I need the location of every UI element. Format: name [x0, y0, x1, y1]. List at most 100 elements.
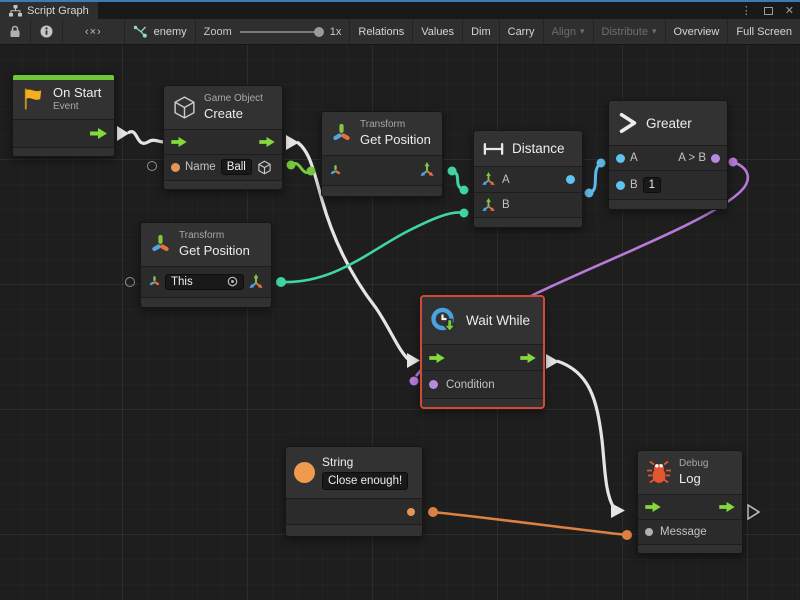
zoom-control: Zoom 1x — [196, 19, 351, 44]
node-header: String Close enough! — [286, 447, 422, 498]
transform-icon — [330, 122, 353, 145]
node-header: Transform Get Position — [141, 223, 271, 266]
vector-input-port-b[interactable] — [481, 198, 496, 213]
window-close-button[interactable]: ✕ — [785, 4, 794, 17]
node-header: Transform Get Position — [322, 112, 442, 155]
string-output-port[interactable] — [407, 508, 415, 516]
node-debug-log[interactable]: Debug Log Message — [637, 450, 743, 554]
b-value-field[interactable]: 1 — [643, 177, 661, 193]
node-get-position-a[interactable]: Transform Get Position — [321, 111, 443, 197]
node-title: Get Position — [179, 243, 250, 259]
distance-icon — [482, 142, 505, 156]
node-footer — [638, 544, 742, 553]
info-button[interactable] — [31, 19, 63, 44]
flow-output-port[interactable] — [520, 353, 536, 363]
toolbar-button-fullscreen[interactable]: Full Screen — [728, 19, 800, 44]
node-header: On Start Event — [13, 80, 114, 119]
flow-input-port[interactable] — [429, 353, 445, 363]
node-string[interactable]: String Close enough! — [285, 446, 423, 537]
unconnected-flow-triangle[interactable] — [748, 505, 759, 519]
input-port-a[interactable] — [616, 154, 625, 163]
zoom-slider[interactable] — [240, 31, 322, 33]
position-output-port[interactable] — [419, 162, 435, 178]
message-input-port[interactable] — [645, 528, 653, 536]
greater-icon — [617, 112, 639, 134]
node-category: Transform — [360, 119, 431, 132]
code-icon: ‹×› — [85, 26, 102, 38]
target-field-value: This — [171, 276, 193, 288]
graph-icon — [9, 5, 22, 17]
object-picker-icon[interactable] — [227, 276, 238, 287]
string-icon — [294, 462, 315, 483]
button-label: Carry — [508, 26, 535, 38]
toolbar-button-carry[interactable]: Carry — [500, 19, 544, 44]
node-title: Wait While — [466, 313, 530, 328]
result-output-port[interactable] — [711, 154, 720, 163]
node-on-start[interactable]: On Start Event — [12, 74, 115, 157]
toolbar-button-overview[interactable]: Overview — [666, 19, 729, 44]
name-input-port[interactable] — [171, 163, 180, 172]
connection-getposition-distance-a[interactable] — [448, 167, 469, 195]
string-value-field[interactable]: Close enough! — [322, 472, 408, 490]
connection-getposition-distance-b[interactable] — [276, 209, 469, 288]
position-output-port[interactable] — [248, 274, 264, 290]
connection-distance-greater[interactable] — [585, 159, 606, 198]
node-footer — [13, 147, 114, 156]
connection-string-debuglog[interactable] — [428, 507, 632, 540]
toolbar-button-relations[interactable]: Relations — [350, 19, 413, 44]
node-header: Wait While — [422, 297, 543, 344]
flow-output-port[interactable] — [90, 128, 107, 139]
unconnected-ring-getposition-target[interactable] — [125, 277, 135, 287]
zoom-label: Zoom — [204, 26, 232, 38]
transform-input-port[interactable] — [329, 164, 342, 177]
node-get-position-b[interactable]: Transform Get Position This — [140, 222, 272, 308]
target-field[interactable]: This — [165, 274, 244, 290]
window-menu-button[interactable]: ⋮ — [741, 4, 752, 17]
node-greater[interactable]: Greater A A > B B 1 — [608, 100, 728, 210]
node-header: Distance — [474, 131, 582, 166]
button-label: Values — [421, 26, 454, 38]
button-label: Dim — [471, 26, 491, 38]
node-title: On Start — [53, 85, 101, 101]
unconnected-ring-create-name[interactable] — [147, 161, 157, 171]
tab-script-graph[interactable]: Script Graph — [0, 2, 98, 19]
code-view-button[interactable]: ‹×› — [63, 19, 125, 44]
vector-input-port-a[interactable] — [481, 172, 496, 187]
node-header: Debug Log — [638, 451, 742, 494]
port-label-b: B — [630, 179, 638, 191]
distance-output-port[interactable] — [566, 175, 575, 184]
flow-output-port[interactable] — [719, 502, 735, 512]
node-title: Create — [204, 106, 263, 122]
graph-reference-label: enemy — [154, 26, 187, 38]
node-category: Transform — [179, 230, 250, 243]
node-footer — [422, 398, 543, 407]
node-title: String — [322, 455, 408, 470]
port-label-b: B — [502, 199, 510, 211]
connection-waitwhile-debuglog[interactable] — [546, 354, 625, 518]
game-object-output-port[interactable] — [257, 160, 272, 175]
node-title: Log — [679, 471, 708, 487]
window-maximize-button[interactable] — [764, 7, 773, 15]
name-field[interactable]: Ball — [221, 159, 252, 175]
message-label: Message — [660, 526, 707, 538]
node-header: Greater — [609, 101, 727, 145]
node-category: Game Object — [204, 93, 263, 106]
node-create[interactable]: Game Object Create Name Ball — [163, 85, 283, 190]
flow-input-port[interactable] — [645, 502, 661, 512]
transform-input-port[interactable] — [148, 275, 161, 288]
toolbar-button-dim[interactable]: Dim — [463, 19, 500, 44]
condition-input-port[interactable] — [429, 380, 438, 389]
toolbar-button-values[interactable]: Values — [413, 19, 463, 44]
name-port-label: Name — [185, 161, 216, 173]
input-port-b[interactable] — [616, 181, 625, 190]
node-wait-while[interactable]: Wait While Condition — [420, 295, 545, 409]
tab-title: Script Graph — [27, 5, 89, 17]
graph-reference[interactable]: enemy — [125, 19, 196, 44]
flow-input-port[interactable] — [171, 137, 187, 147]
connection-onstart-create[interactable] — [117, 126, 164, 143]
zoom-slider-handle[interactable] — [314, 27, 324, 37]
lock-button[interactable] — [0, 19, 31, 44]
button-label: Align — [552, 26, 576, 38]
flow-output-port[interactable] — [259, 137, 275, 147]
node-distance[interactable]: Distance A B — [473, 130, 583, 228]
